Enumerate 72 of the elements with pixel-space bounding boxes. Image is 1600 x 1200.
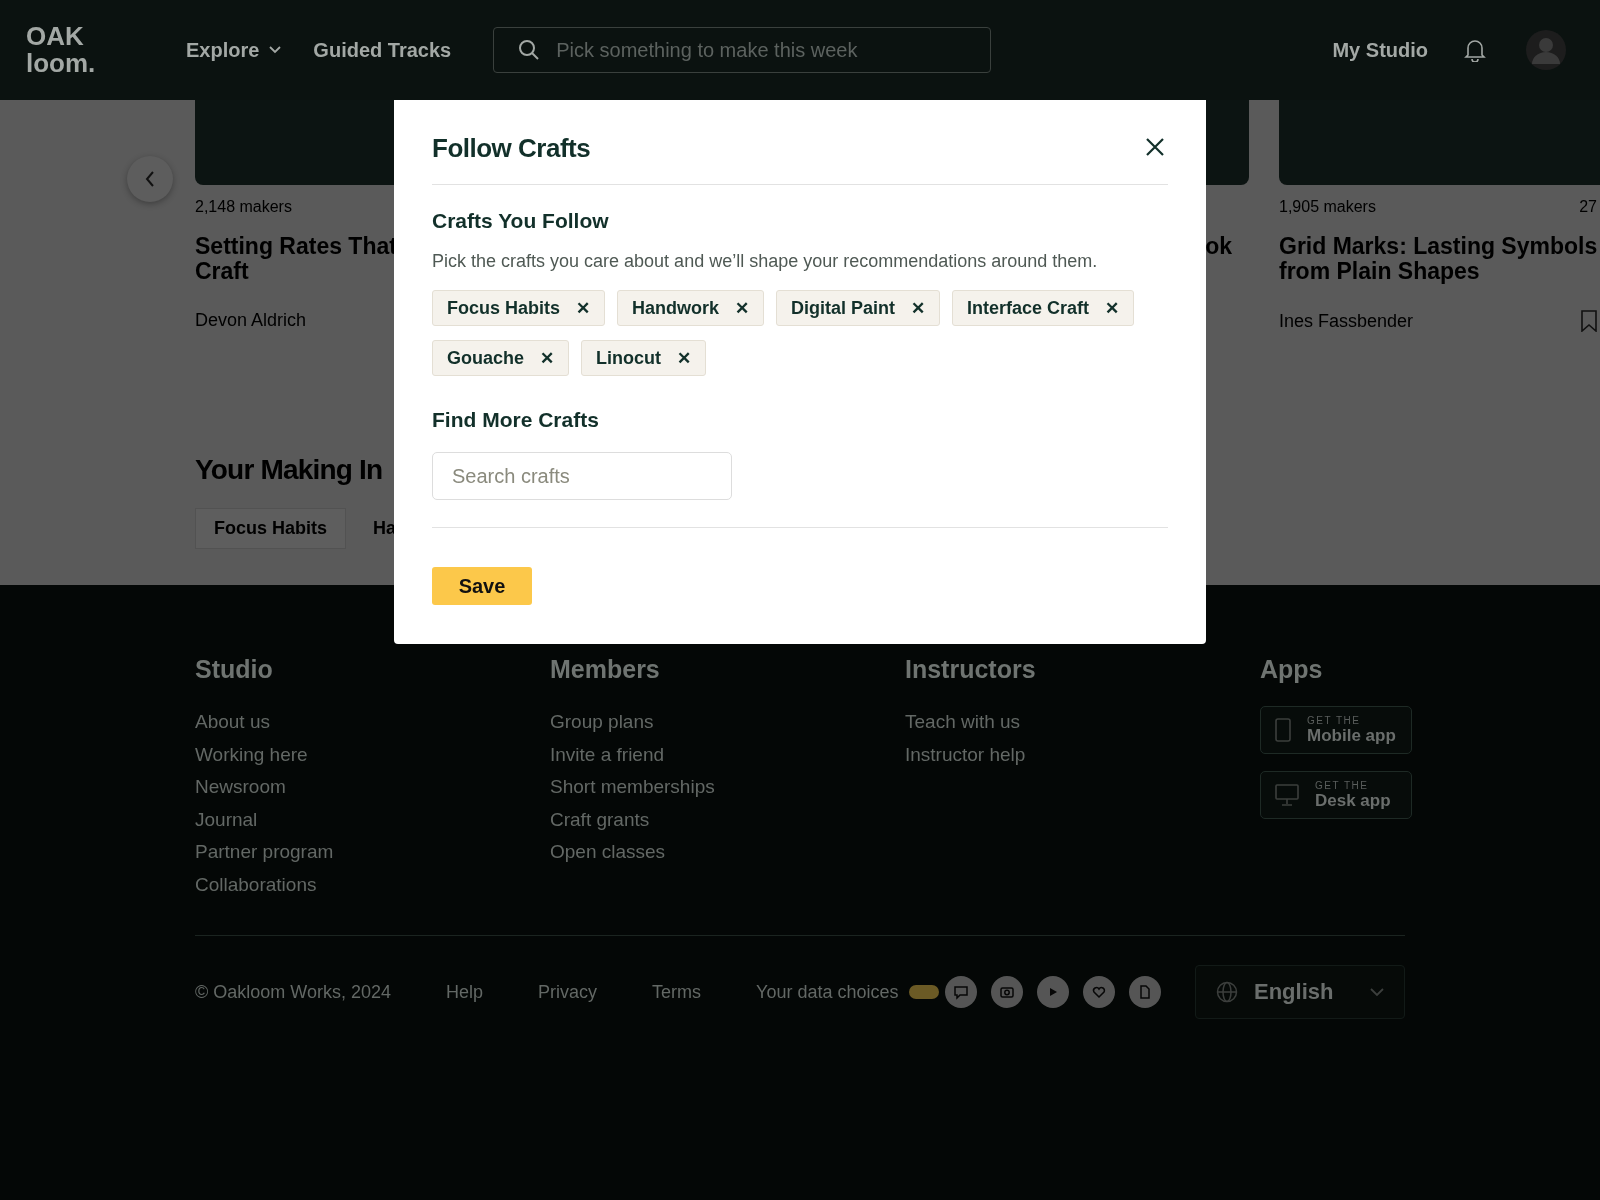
- interest-chip[interactable]: Focus Habits: [195, 508, 347, 549]
- remove-icon[interactable]: ✕: [911, 297, 926, 319]
- logo[interactable]: OAK loom.: [26, 23, 186, 77]
- footer-heading: Members: [550, 655, 660, 684]
- craft-chip[interactable]: Digital Paint ✕: [776, 290, 941, 326]
- footer-link[interactable]: Teach with us: [905, 706, 1021, 739]
- footer-link[interactable]: Invite a friend: [550, 738, 665, 771]
- chat-icon[interactable]: [944, 976, 977, 1008]
- app-download-button[interactable]: GET THE Mobile app: [1260, 706, 1412, 754]
- bookmark-icon[interactable]: [1581, 310, 1597, 332]
- footer-heading: Studio: [195, 655, 273, 684]
- footer-heading: Apps: [1260, 655, 1323, 684]
- language-select[interactable]: English: [1195, 965, 1405, 1019]
- app-download-button[interactable]: GET THE Desk app: [1260, 771, 1412, 819]
- duration: 27: [1579, 198, 1597, 217]
- avatar[interactable]: [1526, 30, 1566, 70]
- data-choices-link[interactable]: Your data choices: [756, 981, 899, 1003]
- footer-link[interactable]: Partner program: [195, 836, 334, 869]
- bell-icon[interactable]: [1464, 38, 1486, 62]
- copyright: © Oakloom Works, 2024: [195, 981, 391, 1003]
- author-name: Ines Fassbender: [1279, 310, 1414, 332]
- footer-link[interactable]: Journal: [195, 803, 258, 836]
- caret-icon: [269, 46, 282, 54]
- chevron-left-icon: [145, 171, 155, 187]
- craft-chip[interactable]: Linocut ✕: [581, 340, 707, 376]
- footer-link[interactable]: Working here: [195, 738, 308, 771]
- footer-link[interactable]: Newsroom: [195, 771, 286, 804]
- section-heading: Crafts You Follow: [432, 209, 610, 233]
- data-choices-toggle[interactable]: [908, 985, 939, 999]
- chevron-down-icon: [1370, 987, 1384, 997]
- my-studio-link[interactable]: My Studio: [1332, 38, 1428, 62]
- makers-count: 2,148 makers: [195, 198, 292, 217]
- craft-chip[interactable]: Focus Habits ✕: [432, 290, 606, 326]
- remove-icon[interactable]: ✕: [540, 347, 555, 369]
- search-icon: [518, 39, 541, 61]
- author-name: Devon Aldrich: [195, 310, 307, 331]
- craft-chip[interactable]: Gouache ✕: [432, 340, 570, 376]
- close-icon: [1146, 137, 1164, 156]
- footer-link[interactable]: Craft grants: [550, 803, 650, 836]
- remove-icon[interactable]: ✕: [677, 347, 692, 369]
- play-icon[interactable]: [1036, 976, 1069, 1008]
- camera-icon[interactable]: [990, 976, 1023, 1008]
- footer-link[interactable]: Short memberships: [550, 771, 715, 804]
- section-heading: Your Making In: [195, 454, 383, 486]
- file-icon[interactable]: [1128, 976, 1161, 1008]
- globe-icon: [1216, 981, 1238, 1003]
- remove-icon[interactable]: ✕: [735, 297, 750, 319]
- remove-icon[interactable]: ✕: [576, 297, 591, 319]
- monitor-icon: [1275, 784, 1299, 806]
- dialog-title: Follow Crafts: [432, 132, 591, 164]
- footer-link[interactable]: Group plans: [550, 706, 654, 739]
- save-button[interactable]: Save: [432, 567, 532, 605]
- previous-button[interactable]: [127, 156, 173, 202]
- footer-link[interactable]: Collaborations: [195, 868, 317, 901]
- craft-chip[interactable]: Interface Craft ✕: [952, 290, 1135, 326]
- footer-link[interactable]: Open classes: [550, 836, 666, 869]
- footer-link[interactable]: Privacy: [538, 981, 598, 1003]
- footer-heading: Instructors: [905, 655, 1036, 684]
- footer-link[interactable]: About us: [195, 706, 270, 739]
- search-field[interactable]: Pick something to make this week: [493, 27, 992, 73]
- description: Pick the crafts you care about and we’ll shape your recommendations around them.: [432, 251, 1099, 272]
- section-heading: Find More Crafts: [432, 408, 600, 432]
- nav-link[interactable]: Guided Tracks: [313, 38, 452, 62]
- footer-link[interactable]: Terms: [652, 981, 702, 1003]
- nav-dropdown[interactable]: Explore: [186, 38, 282, 62]
- footer-link[interactable]: Help: [446, 981, 484, 1003]
- phone-icon: [1275, 718, 1291, 742]
- craft-chip[interactable]: Handwork ✕: [617, 290, 765, 326]
- makers-count: 1,905 makers: [1279, 198, 1376, 217]
- footer-link[interactable]: Instructor help: [905, 738, 1026, 771]
- card-title[interactable]: Grid Marks: Lasting Symbols from Plain Shapes: [1279, 234, 1600, 284]
- remove-icon[interactable]: ✕: [1105, 297, 1120, 319]
